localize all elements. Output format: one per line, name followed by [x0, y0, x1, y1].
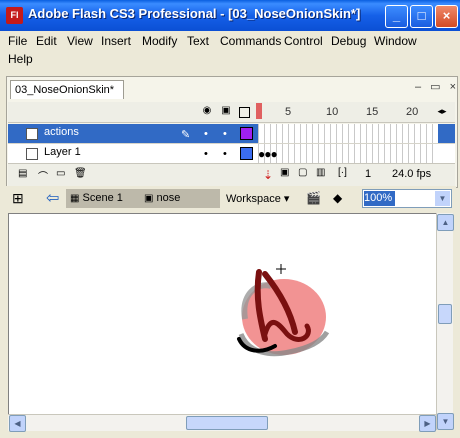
window-title: Adobe Flash CS3 Professional - [03_NoseO…	[28, 6, 361, 21]
onion-skin-icon[interactable]: ▣	[280, 167, 289, 178]
edit-symbols-icon[interactable]: ◆	[333, 191, 342, 205]
outline-icon[interactable]	[239, 107, 250, 118]
minimize-button[interactable]: _	[385, 5, 408, 28]
frames-track-actions[interactable]	[258, 124, 438, 143]
workspace-label: Workspace	[226, 193, 281, 205]
scene-label: Scene 1	[82, 192, 123, 204]
eye-icon[interactable]: ◉	[201, 105, 213, 117]
maximize-button[interactable]: □	[410, 5, 433, 28]
edit-multiple-frames-icon[interactable]: ▥	[316, 167, 325, 178]
edit-scene-icon[interactable]: 🎬	[306, 191, 321, 205]
timeline-footer: ▤ ⌒ ▭ 🗑 ⇣ ▣ ▢ ▥ [·] 1 24.0 fps	[8, 163, 455, 186]
layer-name-actions[interactable]: actions	[44, 126, 79, 138]
frame-number-20: 20	[406, 106, 419, 118]
timeline-menu-icon[interactable]: ◂▸	[436, 105, 448, 117]
menu-control[interactable]: Control	[280, 32, 327, 50]
layer-name-layer-1[interactable]: Layer 1	[44, 146, 81, 158]
lock-dot[interactable]: •	[223, 128, 227, 140]
edit-bar: ⊞ ⇦ ▦ Scene 1 ▣ nose Workspace ▾ 🎬 ◆ 100…	[6, 186, 456, 212]
outline-color-swatch[interactable]	[240, 127, 253, 140]
nose-drawing	[237, 264, 330, 357]
close-button[interactable]: ×	[435, 5, 458, 28]
insert-folder-icon[interactable]: ▭	[56, 168, 65, 179]
frame-number-5: 5	[285, 106, 292, 118]
menu-file[interactable]: File	[4, 32, 31, 50]
document-tab[interactable]: 03_NoseOnionSkin*	[10, 80, 124, 99]
onion-skin-shape	[238, 279, 330, 357]
onion-outline-icon[interactable]: ▢	[298, 167, 307, 178]
horizontal-scroll-thumb[interactable]	[186, 416, 268, 430]
scroll-right-button[interactable]: ▶	[419, 415, 436, 432]
chevron-down-icon[interactable]: ▼	[435, 191, 450, 206]
lock-icon[interactable]: ▣	[220, 105, 232, 117]
frames-track-layer-1[interactable]	[258, 144, 438, 163]
menu-window[interactable]: Window	[370, 32, 421, 50]
scroll-left-button[interactable]: ◀	[9, 415, 26, 432]
back-arrow-icon[interactable]: ⇦	[46, 188, 59, 208]
workspace-menu[interactable]: Workspace ▾	[226, 192, 289, 205]
menu-insert[interactable]: Insert	[97, 32, 135, 50]
playhead-marker[interactable]	[256, 103, 262, 119]
menu-bar: File Edit View Insert Modify Text Comman…	[0, 31, 460, 69]
frame-number-10: 10	[326, 106, 339, 118]
lock-dot[interactable]: •	[223, 148, 227, 160]
flash-app-icon[interactable]: Fl	[6, 7, 23, 24]
center-frame-icon[interactable]: ⇣	[263, 168, 273, 182]
pencil-icon: ✎	[181, 129, 191, 141]
layer-icon	[26, 128, 38, 140]
modify-onion-markers-icon[interactable]: [·]	[338, 167, 347, 178]
breadcrumb-symbol[interactable]: ▣ nose	[140, 189, 220, 208]
stage-canvas[interactable]	[8, 213, 438, 416]
layer-icon	[26, 148, 38, 160]
frame-number-15: 15	[366, 106, 379, 118]
vertical-scroll-thumb[interactable]	[438, 304, 452, 324]
visibility-dot[interactable]: •	[204, 148, 208, 160]
menu-commands[interactable]: Commands	[216, 32, 285, 50]
motion-guide-icon[interactable]: ⌒	[38, 168, 48, 183]
outline-color-swatch[interactable]	[240, 147, 253, 160]
registration-crosshair	[276, 264, 286, 274]
symbol-label: nose	[156, 192, 181, 204]
keyframes-marker[interactable]: ●●●	[258, 147, 278, 161]
menu-debug[interactable]: Debug	[327, 32, 370, 50]
document-window-controls[interactable]: – ▭ ×	[415, 80, 459, 93]
menu-help[interactable]: Help	[4, 50, 37, 68]
scene-icon: ▦	[70, 193, 80, 204]
layer-row-actions[interactable]: actions ✎ • •	[8, 124, 455, 144]
scroll-down-button[interactable]: ▼	[437, 413, 454, 430]
current-frame: 1	[365, 168, 372, 180]
menu-text[interactable]: Text	[183, 32, 213, 50]
scroll-up-button[interactable]: ▲	[437, 214, 454, 231]
timeline-toggle-icon[interactable]: ⊞	[12, 190, 24, 207]
symbol-icon: ▣	[144, 193, 154, 204]
frame-rate: 24.0 fps	[392, 168, 432, 180]
zoom-value: 100%	[364, 191, 395, 206]
trash-icon[interactable]: 🗑	[74, 168, 87, 179]
breadcrumb-scene[interactable]: ▦ Scene 1	[66, 189, 146, 208]
menu-modify[interactable]: Modify	[138, 32, 181, 50]
menu-view[interactable]: View	[63, 32, 97, 50]
visibility-dot[interactable]: •	[204, 128, 208, 140]
insert-layer-icon[interactable]: ▤	[18, 168, 27, 179]
zoom-select[interactable]: 100% ▼	[362, 189, 452, 208]
menu-edit[interactable]: Edit	[32, 32, 61, 50]
layer-row-layer-1[interactable]: Layer 1 • • ●●●	[8, 144, 455, 164]
timeline-header: ◉ ▣ 5 10 15 20 ◂▸	[8, 102, 455, 123]
